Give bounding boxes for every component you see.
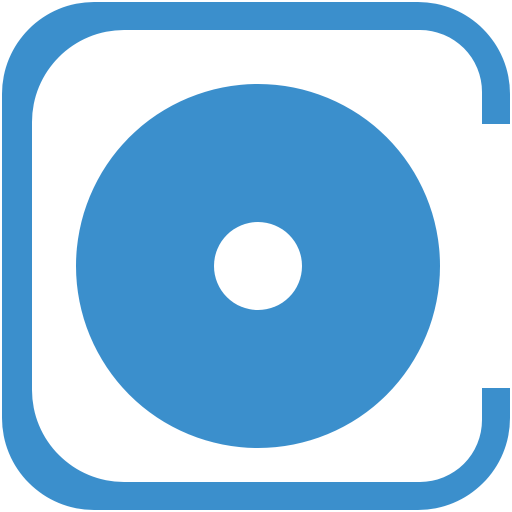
disc-hole bbox=[214, 222, 302, 310]
disc-app-icon bbox=[2, 2, 512, 510]
app-icon-canvas bbox=[0, 0, 512, 512]
